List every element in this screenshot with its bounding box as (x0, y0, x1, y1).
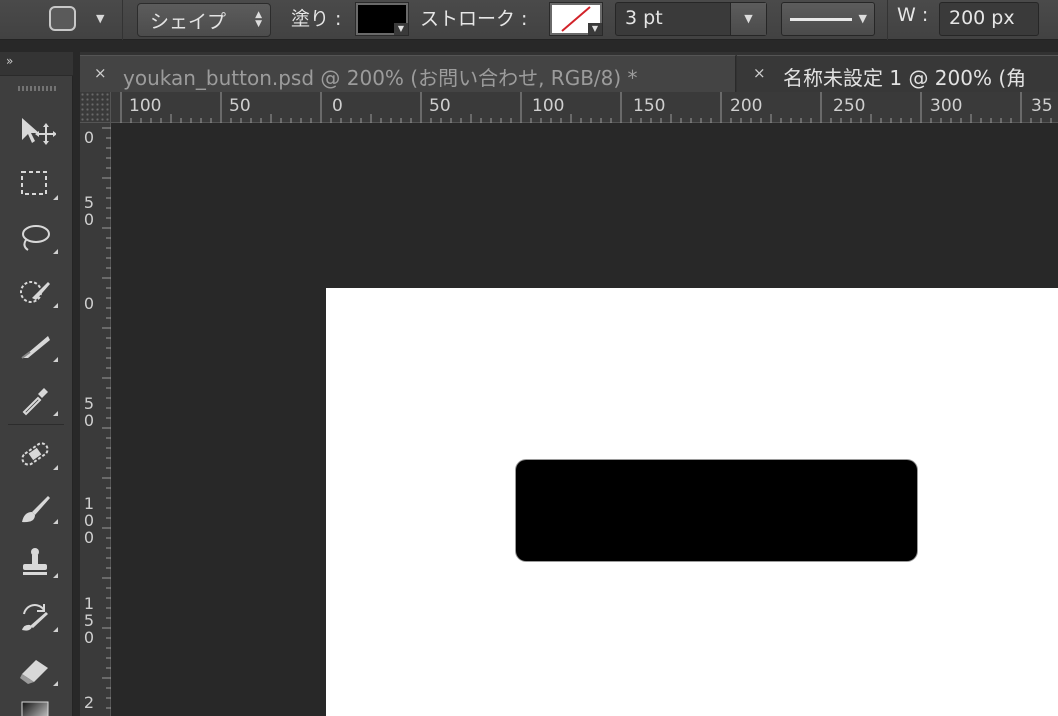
fill-swatch[interactable]: ▼ (355, 2, 409, 36)
tools-panel-header: » (0, 52, 73, 76)
options-bar: ▼ シェイプ ▲ ▼ 塗り : ▼ ストローク : ▼ 3 pt ▼ ▼ W : … (0, 0, 1058, 40)
tool-preset-caret-icon[interactable]: ▼ (96, 12, 104, 25)
spot-healing-tool[interactable] (10, 432, 62, 476)
move-icon (22, 118, 56, 145)
ruler-label: 0 (83, 294, 95, 313)
tab-title: youkan_button.psd @ 200% (お問い合わせ, RGB/8)… (123, 66, 638, 90)
chevron-down-icon: ▼ (394, 23, 408, 35)
crop-tool[interactable] (10, 324, 62, 368)
width-label: W : (897, 4, 929, 26)
chevron-down-icon: ▼ (588, 23, 602, 35)
gradient-tool[interactable] (10, 692, 62, 716)
ruler-label: 100 (532, 96, 565, 116)
mode-select[interactable]: シェイプ ▲ ▼ (137, 3, 271, 37)
lasso-icon (22, 225, 50, 251)
submenu-indicator (53, 465, 58, 470)
submenu-indicator (53, 195, 58, 200)
submenu-indicator (53, 249, 58, 254)
ruler-ticks (120, 92, 1052, 123)
move-tool[interactable] (10, 108, 62, 152)
chevron-down-icon: ▼ (858, 12, 867, 25)
divider (8, 424, 64, 425)
fill-label: 塗り : (291, 8, 342, 30)
updown-icon: ▲ ▼ (255, 10, 262, 29)
stroke-width-field[interactable]: 3 pt ▼ (615, 2, 767, 36)
ruler-label: 250 (833, 96, 866, 116)
submenu-indicator (53, 303, 58, 308)
divider (887, 0, 888, 40)
ruler-label: 100 (83, 494, 95, 547)
panel-grip[interactable] (18, 86, 56, 91)
stroke-label: ストローク : (420, 8, 528, 30)
stroke-swatch[interactable]: ▼ (549, 2, 603, 36)
eyedropper-tool[interactable] (10, 378, 62, 422)
ruler-label: 50 (229, 96, 251, 116)
lasso-tool[interactable] (10, 216, 62, 260)
crop-icon (21, 336, 50, 359)
eyedropper-icon (22, 388, 48, 416)
ruler-label: 50 (83, 394, 95, 430)
ruler-label: 300 (930, 96, 963, 116)
submenu-indicator (53, 519, 58, 524)
rectangular-marquee-tool[interactable] (10, 162, 62, 206)
chevron-down-icon[interactable]: ▼ (730, 3, 766, 35)
submenu-indicator (53, 357, 58, 362)
clone-stamp-tool[interactable] (10, 540, 62, 584)
brush-tool[interactable] (10, 486, 62, 530)
history-brush-icon (22, 604, 48, 631)
stroke-line-icon (790, 18, 852, 21)
ruler-origin[interactable] (80, 92, 111, 123)
ruler-label: 150 (633, 96, 666, 116)
submenu-indicator (53, 627, 58, 632)
vertical-ruler[interactable]: 0 50 0 50 100 150 2 (80, 123, 111, 716)
tab-untitled-1[interactable]: × 名称未設定 1 @ 200% (角 (737, 55, 1058, 92)
quick-selection-tool[interactable] (10, 270, 62, 314)
width-input[interactable]: 200 px (939, 2, 1039, 36)
ruler-label: 2 (83, 693, 95, 712)
eraser-icon (20, 660, 48, 684)
rounded-rectangle-shape[interactable] (516, 460, 917, 561)
stroke-width-value: 3 pt (625, 7, 663, 29)
collapse-icon[interactable]: » (6, 54, 14, 68)
horizontal-ruler[interactable]: 100 50 0 50 100 150 200 250 300 35 (111, 92, 1058, 123)
submenu-indicator (53, 573, 58, 578)
history-brush-tool[interactable] (10, 594, 62, 638)
tools-panel: » (0, 52, 73, 716)
tool-preset-icon[interactable] (49, 6, 76, 31)
mode-select-label: シェイプ (150, 11, 227, 33)
quick-selection-icon (20, 281, 50, 303)
gradient-icon (21, 701, 49, 716)
ruler-label: 100 (129, 96, 162, 116)
tab-title: 名称未設定 1 @ 200% (角 (783, 66, 1027, 90)
ruler-label: 50 (83, 193, 95, 229)
ruler-label: 0 (83, 128, 95, 147)
stamp-icon (23, 548, 47, 575)
document-tab-bar: × youkan_button.psd @ 200% (お問い合わせ, RGB/… (80, 52, 1058, 92)
submenu-indicator (53, 681, 58, 686)
ruler-label: 35 (1031, 96, 1053, 116)
marquee-icon (21, 171, 47, 195)
brush-icon (22, 496, 50, 523)
divider (122, 0, 123, 40)
ruler-label: 50 (429, 96, 451, 116)
eraser-tool[interactable] (10, 648, 62, 692)
tab-youkan-button[interactable]: × youkan_button.psd @ 200% (お問い合わせ, RGB/… (80, 55, 736, 92)
ruler-label: 0 (332, 96, 343, 116)
ruler-label: 150 (83, 594, 95, 647)
ruler-label: 200 (730, 96, 763, 116)
bandage-icon (21, 442, 49, 466)
close-icon[interactable]: × (94, 64, 107, 82)
submenu-indicator (53, 411, 58, 416)
stroke-type-select[interactable]: ▼ (781, 2, 875, 36)
close-icon[interactable]: × (753, 64, 766, 82)
